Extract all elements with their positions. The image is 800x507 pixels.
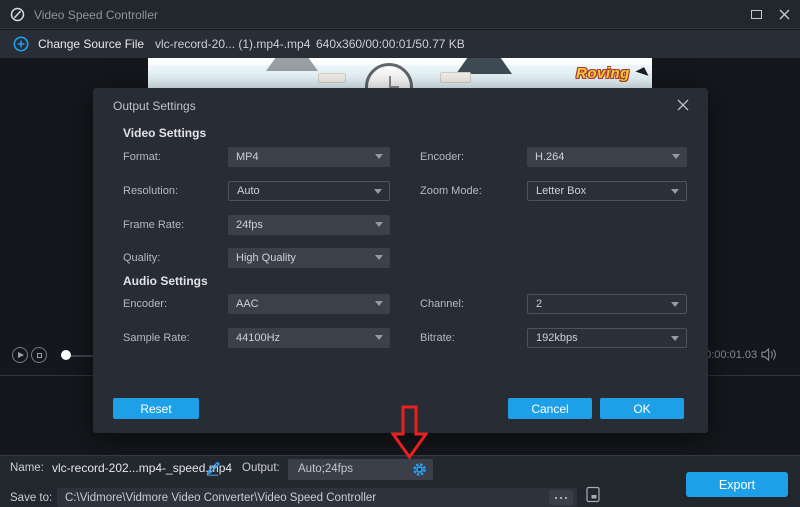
source-file-info: 640x360/00:00:01/50.77 KB	[316, 37, 465, 51]
change-source-button[interactable]: Change Source File	[13, 35, 173, 55]
audio-encoder-label: Encoder:	[123, 298, 167, 310]
format-value: MP4	[236, 151, 259, 163]
export-button[interactable]: Export	[686, 472, 788, 497]
output-profile-box[interactable]: Auto;24fps	[288, 459, 433, 480]
audio-encoder-value: AAC	[236, 298, 259, 310]
cancel-label: Cancel	[531, 402, 568, 416]
chevron-down-icon	[375, 154, 383, 159]
quality-value: High Quality	[236, 252, 296, 264]
reset-label: Reset	[140, 402, 171, 416]
frame-rate-value: 24fps	[236, 219, 263, 231]
change-source-label: Change Source File	[38, 37, 144, 51]
chevron-down-icon	[375, 335, 383, 340]
reset-button[interactable]: Reset	[113, 398, 199, 419]
app-window: Video Speed Controller Change Source Fil…	[0, 0, 800, 507]
output-settings-dialog: Output Settings Video Settings Format: M…	[93, 88, 708, 433]
bitrate-dropdown[interactable]: 192kbps	[527, 328, 687, 348]
chevron-down-icon	[671, 302, 679, 307]
channel-value: 2	[536, 298, 542, 310]
play-button[interactable]	[12, 347, 28, 363]
save-path-value: C:\Vidmore\Vidmore Video Converter\Video…	[65, 492, 376, 504]
play-icon	[18, 352, 24, 358]
format-dropdown[interactable]: MP4	[228, 147, 390, 167]
resolution-label: Resolution:	[123, 185, 178, 197]
quality-label: Quality:	[123, 252, 160, 264]
save-to-label: Save to:	[10, 492, 52, 504]
close-button[interactable]	[770, 0, 798, 29]
sample-rate-label: Sample Rate:	[123, 332, 190, 344]
audio-encoder-dropdown[interactable]: AAC	[228, 294, 390, 314]
speaker-icon[interactable]	[761, 348, 777, 361]
zoom-mode-dropdown[interactable]: Letter Box	[527, 181, 687, 201]
frame-rate-label: Frame Rate:	[123, 219, 184, 231]
sample-rate-dropdown[interactable]: 44100Hz	[228, 328, 390, 348]
resolution-value: Auto	[237, 185, 260, 197]
chevron-down-icon	[672, 154, 680, 159]
maximize-icon	[751, 10, 762, 19]
preview-ceiling	[148, 58, 652, 65]
source-toolbar: Change Source File vlc-record-20... (1).…	[0, 30, 800, 58]
bitrate-value: 192kbps	[536, 332, 578, 344]
frame-rate-dropdown[interactable]: 24fps	[228, 215, 390, 235]
dialog-close-button[interactable]	[674, 96, 692, 114]
book-stack	[440, 72, 471, 83]
seek-handle[interactable]	[61, 350, 71, 360]
chevron-down-icon	[375, 222, 383, 227]
channel-dropdown[interactable]: 2	[527, 294, 687, 314]
app-logo-icon	[10, 7, 25, 22]
output-label: Output:	[242, 462, 280, 474]
ok-button[interactable]: OK	[600, 398, 684, 419]
quality-dropdown[interactable]: High Quality	[228, 248, 390, 268]
video-encoder-label: Encoder:	[420, 151, 464, 163]
audio-settings-header: Audio Settings	[123, 274, 208, 288]
plus-circle-icon	[13, 36, 29, 52]
maximize-button[interactable]	[742, 0, 770, 29]
ellipsis-icon	[555, 497, 557, 499]
browse-button[interactable]	[549, 490, 573, 505]
pencil-icon[interactable]	[204, 460, 221, 477]
dialog-title: Output Settings	[113, 99, 196, 113]
book-stack	[318, 73, 346, 83]
ok-label: OK	[633, 402, 650, 416]
chevron-down-icon	[374, 189, 382, 194]
zoom-mode-label: Zoom Mode:	[420, 185, 482, 197]
save-path-input[interactable]: C:\Vidmore\Vidmore Video Converter\Video…	[57, 488, 577, 507]
video-logo-text: Roving	[576, 65, 630, 82]
open-folder-icon[interactable]	[585, 486, 601, 503]
window-title: Video Speed Controller	[34, 8, 158, 22]
cancel-button[interactable]: Cancel	[508, 398, 592, 419]
gear-icon[interactable]	[412, 462, 427, 477]
source-filename: vlc-record-20... (1).mp4-.mp4	[155, 37, 310, 51]
zoom-mode-value: Letter Box	[536, 185, 586, 197]
resolution-dropdown[interactable]: Auto	[228, 181, 390, 201]
graduation-cap-icon	[635, 65, 650, 76]
format-label: Format:	[123, 151, 161, 163]
video-settings-header: Video Settings	[123, 126, 206, 140]
titlebar: Video Speed Controller	[0, 0, 800, 29]
chevron-down-icon	[671, 336, 679, 341]
save-to-bar: Save to: C:\Vidmore\Vidmore Video Conver…	[0, 482, 800, 507]
name-label: Name:	[10, 462, 44, 474]
red-arrow-annotation	[391, 404, 428, 461]
bitrate-label: Bitrate:	[420, 332, 455, 344]
close-icon	[779, 9, 790, 20]
chevron-down-icon	[375, 301, 383, 306]
close-icon	[677, 99, 689, 111]
channel-label: Channel:	[420, 298, 464, 310]
video-encoder-value: H.264	[535, 151, 564, 163]
stop-button[interactable]	[31, 347, 47, 363]
export-label: Export	[719, 478, 755, 492]
chevron-down-icon	[375, 255, 383, 260]
sample-rate-value: 44100Hz	[236, 332, 280, 344]
output-profile-value: Auto;24fps	[298, 463, 353, 475]
chevron-down-icon	[671, 189, 679, 194]
stop-icon	[37, 353, 42, 358]
video-encoder-dropdown[interactable]: H.264	[527, 147, 687, 167]
